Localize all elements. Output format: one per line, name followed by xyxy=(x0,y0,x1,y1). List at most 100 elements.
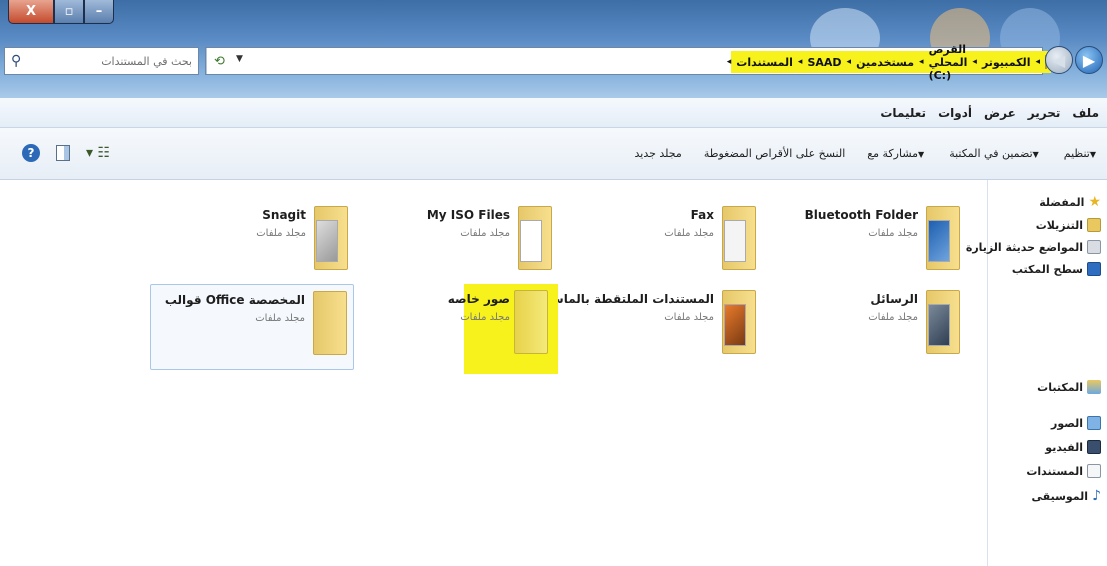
breadcrumb-item[interactable]: القرص المحلي (C:) xyxy=(929,43,968,82)
nav-label: المفضلة xyxy=(1039,195,1085,209)
folder-name: Bluetooth Folder xyxy=(804,208,918,222)
search-input[interactable]: ⚲ بحث في المستندات xyxy=(4,47,199,75)
folder-name: Snagit xyxy=(262,208,306,222)
nav-label: المكتبات xyxy=(1037,380,1083,394)
recent-places-icon xyxy=(1087,240,1101,254)
chevron-down-icon: ▼ xyxy=(1089,150,1096,159)
desktop-icon xyxy=(1087,262,1101,276)
view-controls: ? ▾ ☷ xyxy=(22,144,110,162)
back-button[interactable]: ◀ xyxy=(1045,46,1073,74)
refresh-icon[interactable]: ⟲ xyxy=(206,48,232,74)
folder-name: قوالب Office المخصصة xyxy=(164,293,305,307)
chevron-down-icon[interactable]: ▼ xyxy=(236,54,243,64)
folder-icon xyxy=(722,206,756,270)
search-placeholder: بحث في المستندات xyxy=(101,54,192,68)
folder-type: مجلد ملفات xyxy=(868,228,918,239)
window-controls: X ▫ – xyxy=(8,0,114,28)
folder-type: مجلد ملفات xyxy=(868,312,918,323)
nav-item-documents[interactable]: المستندات xyxy=(1026,464,1101,478)
menu-view[interactable]: عرض xyxy=(984,106,1016,120)
include-label: تضمين في المكتبة xyxy=(949,147,1033,160)
folder-item[interactable]: Fax مجلد ملفات xyxy=(558,200,762,286)
nav-label: التنزيلات xyxy=(1035,218,1083,232)
close-button[interactable]: X xyxy=(8,0,54,24)
folder-item-highlighted[interactable]: صور خاصه مجلد ملفات xyxy=(354,284,558,370)
libraries-icon xyxy=(1087,380,1101,394)
include-in-library-button[interactable]: تضمين في المكتبة▼ xyxy=(949,147,1042,160)
menu-edit[interactable]: تحرير xyxy=(1028,106,1061,120)
nav-label: سطح المكتب xyxy=(1011,262,1083,276)
folder-icon xyxy=(722,290,756,354)
nav-label: الصور xyxy=(1051,416,1083,430)
burn-button[interactable]: النسخ على الأقراص المضغوطة xyxy=(704,147,845,160)
separator-icon: ◂ xyxy=(919,57,924,67)
forward-button[interactable]: ▶ xyxy=(1075,46,1103,74)
navigation-buttons: ◀ ▶ xyxy=(1045,42,1103,78)
separator-icon: ◂ xyxy=(1035,57,1040,67)
music-icon: ♪ xyxy=(1092,488,1101,504)
minimize-button[interactable]: – xyxy=(84,0,114,24)
command-bar: تنظيم▼ تضمين في المكتبة▼ مشاركة مع▼ النس… xyxy=(0,128,1107,180)
folder-item-selected[interactable]: قوالب Office المخصصة مجلد ملفات xyxy=(150,284,354,370)
preview-pane-icon[interactable] xyxy=(56,145,70,161)
folder-type: مجلد ملفات xyxy=(664,228,714,239)
file-list: Bluetooth Folder مجلد ملفات Fax مجلد ملف… xyxy=(0,180,986,566)
folder-name: Fax xyxy=(690,208,714,222)
navigation-pane: ★ المفضلة التنزيلات المواضع حديثة الزيار… xyxy=(966,180,1107,566)
separator-icon: ◂ xyxy=(972,57,977,67)
chevron-down-icon: ▼ xyxy=(1032,150,1039,159)
favorites-header[interactable]: ★ المفضلة xyxy=(1039,194,1101,210)
nav-item-videos[interactable]: الفيديو xyxy=(1045,440,1101,454)
organize-label: تنظيم xyxy=(1063,147,1090,160)
nav-label: الموسيقى xyxy=(1031,489,1089,503)
nav-item-downloads[interactable]: التنزيلات xyxy=(1036,218,1101,232)
breadcrumb-item[interactable]: مستخدمين xyxy=(856,56,914,69)
breadcrumb: ◂ الكمبيوتر ◂ القرص المحلي (C:) ◂ مستخدم… xyxy=(727,43,1051,82)
folder-type: مجلد ملفات xyxy=(460,228,510,239)
separator-icon: ◂ xyxy=(726,57,732,67)
menu-tools[interactable]: أدوات xyxy=(938,106,972,120)
folder-item[interactable]: الرسائل مجلد ملفات xyxy=(762,284,966,370)
folder-icon xyxy=(518,206,552,270)
folder-item[interactable]: المستندات الملتقطة بالماسح الضوئي مجلد م… xyxy=(494,284,762,370)
folder-item[interactable]: My ISO Files مجلد ملفات xyxy=(354,200,558,286)
folder-item[interactable]: Bluetooth Folder مجلد ملفات xyxy=(762,200,966,286)
nav-item-recent-places[interactable]: المواضع حديثة الزيارة xyxy=(966,240,1101,254)
libraries-header[interactable]: المكتبات xyxy=(1037,380,1101,394)
folder-type: مجلد ملفات xyxy=(256,228,306,239)
new-folder-button[interactable]: مجلد جديد xyxy=(634,147,681,160)
maximize-button[interactable]: ▫ xyxy=(54,0,84,24)
folder-icon xyxy=(313,291,347,355)
nav-item-desktop[interactable]: سطح المكتب xyxy=(1012,262,1101,276)
documents-icon xyxy=(1087,464,1101,478)
folder-icon xyxy=(514,290,548,354)
chevron-down-icon: ▼ xyxy=(918,150,925,159)
folder-type: مجلد ملفات xyxy=(664,312,714,323)
menu-file[interactable]: ملف xyxy=(1072,106,1099,120)
organize-button[interactable]: تنظيم▼ xyxy=(1064,147,1099,160)
breadcrumb-item[interactable]: SAAD xyxy=(807,56,841,69)
downloads-icon xyxy=(1087,218,1101,232)
folder-name: صور خاصه xyxy=(447,292,510,306)
nav-label: المستندات xyxy=(1026,464,1083,478)
folder-type: مجلد ملفات xyxy=(255,313,305,324)
nav-label: الفيديو xyxy=(1045,440,1083,454)
folder-name: الرسائل xyxy=(870,292,918,306)
folder-type: مجلد ملفات xyxy=(460,312,510,323)
nav-item-music[interactable]: ♪ الموسيقى xyxy=(1032,488,1101,504)
menu-bar: ملف تحرير عرض أدوات تعليمات xyxy=(0,98,1107,128)
folder-name: My ISO Files xyxy=(426,208,510,222)
folder-icon xyxy=(926,290,960,354)
help-icon[interactable]: ? xyxy=(22,144,40,162)
folder-icon xyxy=(314,206,348,270)
breadcrumb-item[interactable]: الكمبيوتر xyxy=(982,56,1031,69)
separator-icon: ◂ xyxy=(846,57,852,67)
star-icon: ★ xyxy=(1088,194,1101,210)
breadcrumb-item[interactable]: المستندات xyxy=(736,56,793,69)
menu-help[interactable]: تعليمات xyxy=(880,106,926,120)
nav-item-pictures[interactable]: الصور xyxy=(1051,416,1101,430)
share-with-button[interactable]: مشاركة مع▼ xyxy=(867,147,927,160)
change-view-icon[interactable]: ▾ ☷ xyxy=(86,145,110,161)
folder-item[interactable]: Snagit مجلد ملفات xyxy=(150,200,354,286)
nav-label: المواضع حديثة الزيارة xyxy=(965,240,1083,254)
